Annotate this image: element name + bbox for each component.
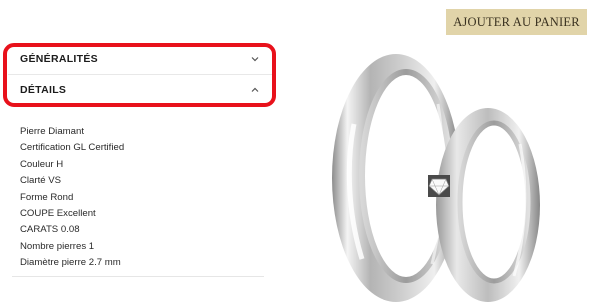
accordion-header-generalites[interactable]: GÉNÉRALITÉS: [8, 44, 276, 75]
detail-item-nombre-pierres: Nombre pierres 1: [20, 240, 95, 252]
accordion-label-details: DÉTAILS: [20, 84, 67, 96]
accordion-label-generalites: GÉNÉRALITÉS: [20, 53, 98, 65]
wedding-rings-image: [332, 54, 540, 302]
details-list: Pierre Diamant Certification GL Certifie…: [20, 124, 265, 272]
detail-item-carats: CARATS 0.08: [20, 224, 80, 236]
detail-item-diametre: Diamètre pierre 2.7 mm: [20, 257, 121, 269]
detail-item-forme: Forme Rond: [20, 191, 74, 203]
accordion-header-details[interactable]: DÉTAILS: [8, 75, 276, 105]
product-accordion: GÉNÉRALITÉS DÉTAILS: [8, 44, 276, 105]
chevron-up-icon: [251, 87, 259, 92]
detail-item-certification: Certification GL Certified: [20, 142, 125, 154]
detail-item-clarte: Clarté VS: [20, 175, 62, 187]
detail-item-pierre: Pierre Diamant: [20, 126, 84, 137]
add-to-cart-button[interactable]: AJOUTER AU PANIER: [446, 9, 587, 35]
detail-item-coupe: COUPE Excellent: [20, 207, 96, 219]
chevron-down-icon: [251, 57, 259, 62]
detail-item-couleur: Couleur H: [20, 158, 64, 170]
details-divider: [12, 276, 264, 277]
